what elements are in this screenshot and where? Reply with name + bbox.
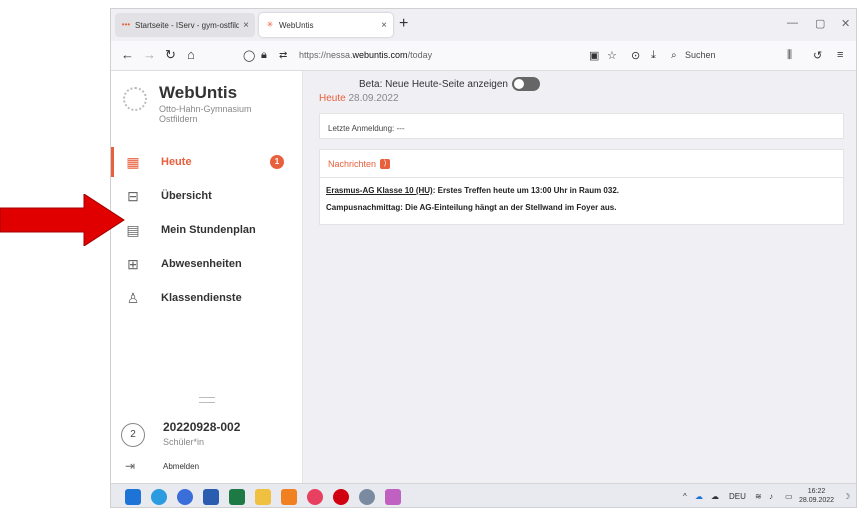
notifications-icon[interactable]: ☽ (843, 492, 850, 501)
wifi-icon[interactable]: ≋ (755, 492, 762, 501)
history-icon[interactable]: ↺ (813, 49, 822, 62)
pocket-icon[interactable]: ⊙ (631, 49, 640, 62)
download-icon[interactable]: ⤓ (651, 49, 656, 62)
dashboard-icon: ▦ (126, 153, 140, 170)
absence-icon: ⊞ (127, 255, 139, 272)
overview-icon: ⊟ (127, 187, 139, 204)
file-explorer-icon[interactable] (255, 489, 271, 505)
minimize-button[interactable]: — (787, 17, 798, 29)
notification-badge: 1 (270, 155, 284, 169)
brand-title: WebUntis (159, 83, 238, 102)
app-icon[interactable] (385, 489, 401, 505)
last-login-card: Letzte Anmeldung: --- (319, 113, 844, 139)
settings-gear-icon[interactable] (359, 489, 375, 505)
opera-icon[interactable] (333, 489, 349, 505)
beta-label: Beta: Neue Heute-Seite anzeigen (359, 78, 508, 90)
tab-close-icon[interactable]: × (243, 20, 249, 31)
beta-toggle[interactable] (512, 77, 540, 91)
edge-icon[interactable] (151, 489, 167, 505)
volume-icon[interactable]: ♪ (769, 492, 773, 501)
avatar[interactable]: 2 (121, 423, 145, 447)
tab-close-icon[interactable]: × (381, 20, 387, 31)
windows-start-icon[interactable] (125, 489, 141, 505)
sidebar: WebUntis Otto-Hahn-Gymnasium Ostfildern … (111, 71, 303, 483)
news-link[interactable]: Erasmus-AG Klasse 10 (HU) (326, 186, 433, 195)
tab-label: Startseite - IServ - gym-ostfilde (135, 20, 240, 30)
user-role: Schüler*in (163, 437, 205, 447)
logout-icon[interactable]: ⇥ (125, 459, 135, 473)
new-tab-button[interactable]: + (399, 15, 408, 33)
calendar-icon: ▤ (126, 221, 140, 238)
webuntis-logo-icon (123, 87, 147, 111)
library-icon[interactable]: ⫼ (787, 49, 792, 62)
news-item: Erasmus-AG Klasse 10 (HU): Erstes Treffe… (326, 186, 619, 195)
red-pointer-arrow-icon (0, 194, 125, 246)
news-card: Nachrichten ) Erasmus-AG Klasse 10 (HU):… (319, 149, 844, 225)
news-item: Campusnachmittag: Die AG-Einteilung häng… (326, 203, 617, 212)
sidebar-item-heute[interactable]: ▦ Heute 1 (111, 147, 303, 177)
class-duty-icon: ♙ (126, 289, 140, 306)
maximize-button[interactable]: ▢ (815, 17, 825, 30)
beta-toggle-row: Beta: Neue Heute-Seite anzeigen (359, 77, 540, 91)
vlc-icon[interactable] (281, 489, 297, 505)
sidebar-item-abwesenheiten[interactable]: ⊞ Abwesenheiten (111, 249, 303, 279)
reload-icon[interactable]: ↻ (165, 47, 176, 63)
onedrive-icon[interactable]: ☁ (695, 492, 703, 501)
iserv-favicon-icon: ••• (121, 20, 131, 29)
main-content: Beta: Neue Heute-Seite anzeigen Heute 28… (303, 71, 856, 483)
news-header: Nachrichten ) (320, 150, 843, 178)
sidebar-item-stundenplan[interactable]: ▤ Mein Stundenplan (111, 215, 303, 245)
clock[interactable]: 16:22 28.09.2022 (799, 487, 834, 505)
rss-icon[interactable]: ) (380, 158, 391, 169)
navigation-bar: ← → ↻ ⌂ ◯ 🔒︎ ⇄ https://nessa.webuntis.co… (111, 41, 856, 71)
close-window-button[interactable]: ✕ (841, 17, 850, 30)
school-name: Otto-Hahn-Gymnasium Ostfildern (159, 104, 252, 124)
url-field[interactable]: https://nessa.webuntis.com/today (299, 50, 432, 60)
lock-icon[interactable]: 🔒︎ (261, 49, 267, 62)
forward-arrow-icon[interactable]: → (143, 47, 156, 62)
shield-icon[interactable]: ◯ (243, 49, 255, 62)
taskbar: ^ ☁ ☁ DEU ≋ ♪ ▭ 16:22 28.09.2022 ☽ (111, 483, 856, 507)
tray-chevron-icon[interactable]: ^ (683, 492, 687, 501)
collapse-handle-icon[interactable] (199, 397, 215, 403)
reader-mode-icon[interactable]: ▣ (589, 49, 599, 62)
language-indicator[interactable]: DEU (729, 492, 746, 501)
battery-icon[interactable]: ▭ (785, 492, 793, 501)
tab-label: WebUntis (279, 20, 314, 30)
tab-iserv[interactable]: ••• Startseite - IServ - gym-ostfilde × (115, 13, 255, 37)
excel-icon[interactable] (229, 489, 245, 505)
sidebar-item-klassendienste[interactable]: ♙ Klassendienste (111, 283, 303, 313)
tab-webuntis[interactable]: ✳ WebUntis × (259, 13, 393, 37)
back-arrow-icon[interactable]: ← (121, 47, 134, 62)
search-icon: ⌕ (671, 50, 677, 61)
search-input[interactable]: Suchen (685, 50, 716, 60)
browser-window: ••• Startseite - IServ - gym-ostfilde × … (110, 8, 857, 508)
home-icon[interactable]: ⌂ (187, 47, 195, 62)
sidebar-item-uebersicht[interactable]: ⊟ Übersicht (111, 181, 303, 211)
word-icon[interactable] (203, 489, 219, 505)
webuntis-favicon-icon: ✳ (266, 20, 274, 29)
permissions-icon[interactable]: ⇄ (279, 50, 287, 61)
tab-strip: ••• Startseite - IServ - gym-ostfilde × … (111, 9, 856, 41)
bookmark-star-icon[interactable]: ☆ (607, 49, 617, 62)
menu-icon[interactable]: ≡ (837, 49, 843, 61)
today-date: 28.09.2022 (348, 93, 399, 104)
firefox-icon[interactable] (307, 489, 323, 505)
user-name: 20220928-002 (163, 420, 241, 434)
cloud-icon[interactable]: ☁ (711, 492, 719, 501)
page-title: Heute 28.09.2022 (319, 93, 399, 104)
last-login-text: Letzte Anmeldung: --- (328, 124, 405, 133)
logout-button[interactable]: Abmelden (163, 462, 199, 471)
notification-app-icon[interactable] (177, 489, 193, 505)
